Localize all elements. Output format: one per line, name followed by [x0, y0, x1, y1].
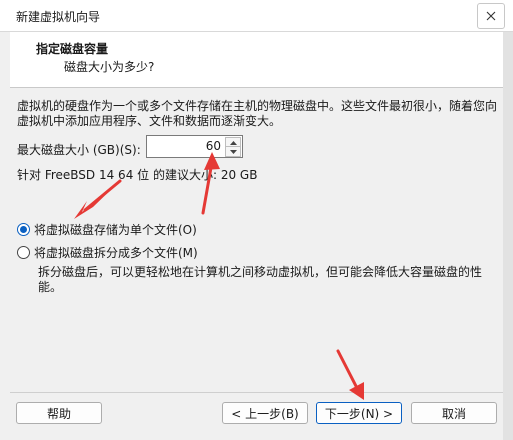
- split-note: 拆分磁盘后，可以更轻松地在计算机之间移动虚拟机，但可能会降低大容量磁盘的性能。: [38, 265, 483, 294]
- window-title: 新建虚拟机向导: [16, 10, 101, 24]
- page-title: 指定磁盘容量: [36, 42, 109, 56]
- radio-unselected-icon[interactable]: [17, 246, 30, 259]
- footer-divider: [10, 392, 503, 393]
- window-edge: [503, 32, 513, 440]
- new-vm-wizard-dialog: 新建虚拟机向导 指定磁盘容量 磁盘大小为多少? 虚拟机的硬盘作为一个或多个文件存…: [0, 0, 513, 440]
- disk-size-stepper[interactable]: 60: [146, 135, 243, 158]
- close-icon: [486, 11, 496, 21]
- wizard-header: 指定磁盘容量 磁盘大小为多少?: [10, 32, 503, 88]
- radio-selected-icon[interactable]: [17, 223, 30, 236]
- chevron-down-icon: [229, 149, 237, 154]
- page-subtitle: 磁盘大小为多少?: [64, 60, 155, 74]
- title-bar: 新建虚拟机向导: [0, 0, 513, 32]
- split-multiple-files-label: 将虚拟磁盘拆分成多个文件(M): [34, 246, 198, 260]
- help-button[interactable]: 帮助: [16, 402, 102, 424]
- split-multiple-files-option[interactable]: 将虚拟磁盘拆分成多个文件(M): [17, 244, 198, 261]
- chevron-up-icon: [229, 140, 237, 145]
- back-button[interactable]: < 上一步(B): [222, 402, 308, 424]
- disk-size-label: 最大磁盘大小 (GB)(S):: [17, 143, 141, 157]
- store-single-file-option[interactable]: 将虚拟磁盘存储为单个文件(O): [17, 221, 197, 238]
- decrement-button[interactable]: [225, 146, 241, 157]
- next-button[interactable]: 下一步(N) >: [316, 402, 402, 424]
- close-button[interactable]: [477, 3, 505, 29]
- disk-size-value[interactable]: 60: [206, 139, 221, 153]
- disk-description: 虚拟机的硬盘作为一个或多个文件存储在主机的物理磁盘中。这些文件最初很小，随着您向…: [17, 99, 498, 128]
- cancel-button[interactable]: 取消: [411, 402, 497, 424]
- store-single-file-label: 将虚拟磁盘存储为单个文件(O): [34, 223, 197, 237]
- recommended-size-text: 针对 FreeBSD 14 64 位 的建议大小: 20 GB: [17, 168, 258, 182]
